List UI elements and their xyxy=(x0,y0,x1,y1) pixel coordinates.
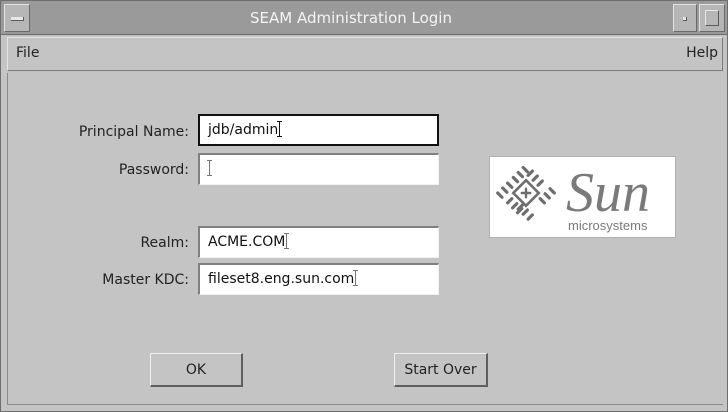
text-cursor-icon xyxy=(277,121,283,137)
sun-tagline: microsystems xyxy=(568,218,648,233)
master-kdc-label: Master KDC: xyxy=(102,272,189,288)
realm-label: Realm: xyxy=(140,235,189,251)
maximize-icon xyxy=(705,10,719,26)
start-over-button[interactable]: Start Over xyxy=(394,353,488,387)
menu-help[interactable]: Help xyxy=(686,38,718,70)
sun-wordmark: Sun xyxy=(566,162,650,224)
sun-logo: Sun microsystems xyxy=(489,156,676,238)
window-menu-button[interactable] xyxy=(4,4,30,32)
window-menu-icon xyxy=(11,17,24,21)
minimize-button[interactable] xyxy=(673,4,697,32)
menu-bar: File Help xyxy=(7,37,723,71)
text-cursor-icon xyxy=(207,160,212,176)
maximize-button[interactable] xyxy=(699,4,725,32)
realm-field[interactable]: ACME.COM xyxy=(198,226,439,258)
login-window: SEAM Administration Login File Help Prin… xyxy=(0,0,728,412)
ok-button[interactable]: OK xyxy=(150,353,243,387)
realm-value: ACME.COM xyxy=(208,234,286,250)
password-label: Password: xyxy=(118,162,189,178)
menu-file[interactable]: File xyxy=(16,38,39,70)
minimize-icon xyxy=(683,17,687,21)
text-cursor-icon xyxy=(353,270,359,286)
window-title: SEAM Administration Login xyxy=(250,9,452,27)
password-field[interactable] xyxy=(198,153,439,185)
title-bar[interactable]: SEAM Administration Login xyxy=(1,1,727,35)
principal-name-value: jdb/admin xyxy=(208,122,279,138)
text-cursor-icon xyxy=(284,233,290,249)
principal-name-label: Principal Name: xyxy=(78,124,189,140)
master-kdc-value: fileset8.eng.sun.com xyxy=(208,271,355,287)
principal-name-field[interactable]: jdb/admin xyxy=(198,114,439,146)
sun-logo-mark-icon: Sun microsystems xyxy=(496,162,650,233)
content-border-bottom xyxy=(7,404,723,405)
master-kdc-field[interactable]: fileset8.eng.sun.com xyxy=(198,263,439,295)
content-border-left xyxy=(7,73,8,405)
